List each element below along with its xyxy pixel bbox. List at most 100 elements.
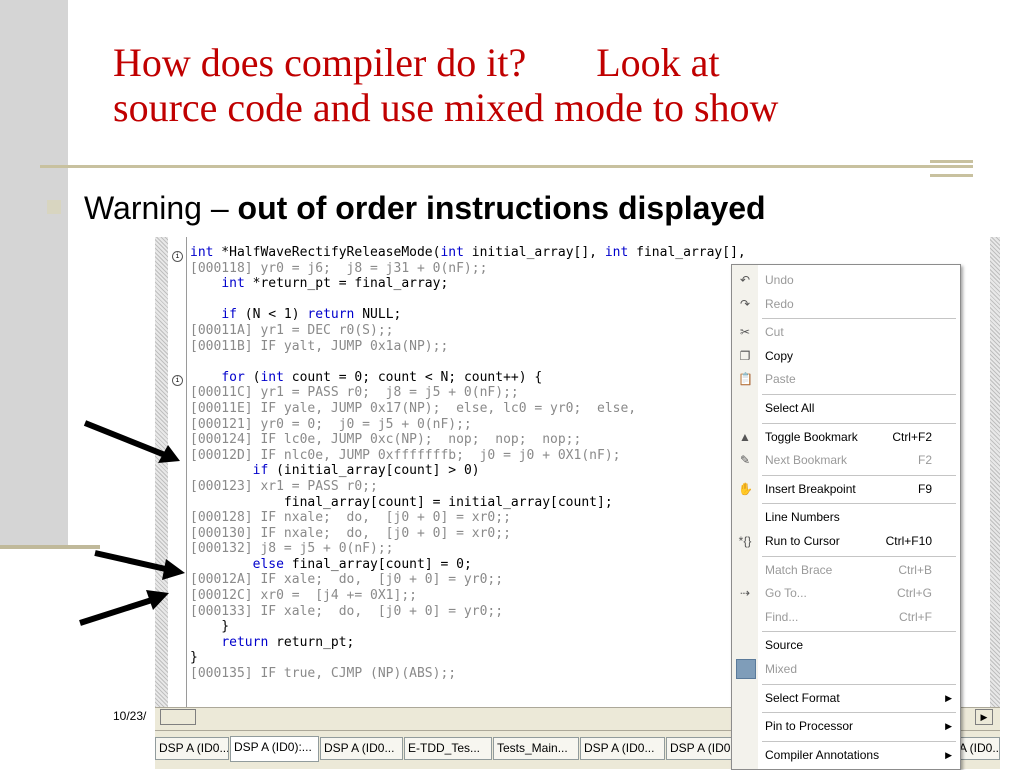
source-line[interactable] [190, 354, 750, 370]
scroll-thumb[interactable] [160, 709, 196, 725]
document-tab[interactable]: A (ID0... [955, 737, 1000, 760]
menu-separator [762, 503, 956, 505]
menu-item-shortcut: F2 [917, 453, 932, 468]
asm-line[interactable]: [00011A] yr1 = DEC r0(S);; [190, 323, 750, 339]
menu-item-copy[interactable]: ❐ Copy [732, 345, 960, 367]
asm-line[interactable]: [00011E] IF yale, JUMP 0x17(NP); else, l… [190, 401, 750, 417]
menu-separator [762, 712, 956, 714]
document-tab[interactable]: DSP A (ID0... [155, 737, 229, 760]
document-tab[interactable]: DSP A (ID0):... [230, 736, 319, 762]
submenu-arrow-icon: ▶ [945, 721, 952, 732]
next-bookmark-icon: ✎ [739, 453, 751, 468]
asm-line[interactable]: [000123] xr1 = PASS r0;; [190, 479, 750, 495]
menu-separator [762, 631, 956, 633]
source-line[interactable] [190, 292, 750, 308]
asm-line[interactable]: [000130] IF nxale; do, [j0 + 0] = xr0;; [190, 526, 750, 542]
asm-line[interactable]: [00012A] IF xale; do, [j0 + 0] = yr0;; [190, 572, 750, 588]
source-line[interactable]: } [190, 619, 750, 635]
menu-item-label: Paste [765, 372, 796, 387]
info-marker-icon[interactable]: i [172, 375, 183, 386]
menu-item-shortcut: Ctrl+F10 [885, 534, 932, 548]
menu-item-run-to-cursor[interactable]: *{} Run to Cursor Ctrl+F10 [732, 530, 960, 552]
redo-icon: ↷ [739, 296, 751, 311]
menu-item-mixed[interactable]: Mixed [732, 658, 960, 680]
title-divider-accent-bottom [930, 174, 973, 177]
menu-item-label: Undo [765, 273, 794, 287]
asm-line[interactable]: [000132] j8 = j5 + 0(nF);; [190, 541, 750, 557]
menu-item-label: Match Brace [765, 562, 833, 577]
menu-item-label: Insert Breakpoint [765, 481, 856, 496]
menu-separator [762, 394, 956, 395]
menu-separator [762, 740, 956, 742]
source-line[interactable]: if (initial_array[count] > 0) [190, 463, 750, 479]
menu-item-label: Pin to Processor [765, 719, 854, 734]
scroll-right-arrow-icon[interactable]: ▶ [975, 709, 993, 725]
menu-item-shortcut: Ctrl+B [898, 562, 932, 577]
menu-item-cut[interactable]: ✂ Cut [732, 321, 960, 343]
document-tab[interactable]: DSP A (ID0... [320, 737, 403, 760]
menu-separator [762, 683, 956, 685]
document-tab[interactable]: E-TDD_Tes... [404, 737, 492, 760]
breakpoint-hand-icon: ✋ [738, 481, 753, 496]
menu-item-next-bookmark[interactable]: ✎ Next Bookmark F2 [732, 449, 960, 471]
menu-item-undo[interactable]: ↶ Undo [732, 269, 960, 291]
source-line[interactable]: if (N < 1) return NULL; [190, 307, 750, 323]
asm-line[interactable]: [00011C] yr1 = PASS r0; j8 = j5 + 0(nF);… [190, 385, 750, 401]
source-line[interactable]: final_array[count] = initial_array[count… [190, 495, 750, 511]
menu-item-label: Mixed [765, 662, 798, 676]
title-part2: Look at [596, 40, 720, 85]
menu-item-label: Line Numbers [765, 510, 840, 525]
menu-item-label: Select All [765, 401, 815, 415]
cut-icon: ✂ [739, 325, 751, 340]
document-tab[interactable]: Tests_Main... [493, 737, 579, 760]
source-line[interactable]: int *return_pt = final_array; [190, 276, 750, 292]
bullet-text: Warning – out of order instructions disp… [84, 190, 766, 227]
asm-line[interactable]: [000133] IF xale; do, [j0 + 0] = yr0;; [190, 604, 750, 620]
menu-item-label: Run to Cursor [765, 534, 840, 548]
menu-item-label: Redo [765, 296, 794, 311]
menu-item-find[interactable]: Find... Ctrl+F [732, 606, 960, 628]
menu-item-select-format[interactable]: Select Format ▶ [732, 687, 960, 709]
menu-item-source[interactable]: Source [732, 634, 960, 656]
menu-item-label: Next Bookmark [765, 453, 848, 468]
asm-line[interactable]: [000118] yr0 = j6; j8 = j31 + 0(nF);; [190, 261, 750, 277]
menu-item-redo[interactable]: ↷ Redo [732, 293, 960, 315]
menu-item-toggle-bookmark[interactable]: ▲ Toggle Bookmark Ctrl+F2 [732, 426, 960, 448]
menu-item-line-numbers[interactable]: Line Numbers [732, 506, 960, 528]
code-view[interactable]: int *HalfWaveRectifyReleaseMode(int init… [190, 245, 750, 685]
asm-line[interactable]: [000128] IF nxale; do, [j0 + 0] = xr0;; [190, 510, 750, 526]
run-to-cursor-icon: *{} [738, 534, 752, 548]
editor-right-margin [990, 237, 1000, 707]
asm-line[interactable]: [00012C] xr0 = [j4 += 0X1];; [190, 588, 750, 604]
menu-item-paste[interactable]: 📋 Paste [732, 368, 960, 390]
source-line[interactable]: return return_pt; [190, 635, 750, 651]
source-line[interactable]: else final_array[count] = 0; [190, 557, 750, 573]
document-tab[interactable]: DSP A (ID0... [580, 737, 665, 760]
menu-item-pin-to-processor[interactable]: Pin to Processor ▶ [732, 715, 960, 737]
source-line[interactable]: for (int count = 0; count < N; count++) … [190, 370, 750, 386]
menu-item-compiler-annotations[interactable]: Compiler Annotations ▶ [732, 744, 960, 766]
source-line[interactable]: } [190, 650, 750, 666]
arrow-icon [83, 420, 180, 463]
menu-item-shortcut: F9 [917, 481, 932, 496]
copy-icon: ❐ [739, 348, 751, 363]
menu-item-match-brace[interactable]: Match Brace Ctrl+B [732, 559, 960, 581]
menu-item-label: Select Format [765, 690, 840, 705]
menu-item-select-all[interactable]: Select All [732, 397, 960, 419]
menu-item-go-to[interactable]: ⇢ Go To... Ctrl+G [732, 582, 960, 604]
asm-line[interactable]: [000124] IF lc0e, JUMP 0xc(NP); nop; nop… [190, 432, 750, 448]
title-divider [40, 165, 973, 168]
menu-item-label: Compiler Annotations [765, 747, 880, 762]
asm-line[interactable]: [00012D] IF nlc0e, JUMP 0xfffffffb; j0 =… [190, 448, 750, 464]
asm-line[interactable]: [00011B] IF yalt, JUMP 0x1a(NP);; [190, 339, 750, 355]
asm-line[interactable]: [000135] IF true, CJMP (NP)(ABS);; [190, 666, 750, 682]
asm-line[interactable]: [000121] yr0 = 0; j0 = j5 + 0(nF);; [190, 417, 750, 433]
info-marker-icon[interactable]: i [172, 251, 183, 262]
menu-separator [762, 422, 956, 424]
source-line[interactable]: int *HalfWaveRectifyReleaseMode(int init… [190, 245, 750, 261]
menu-item-shortcut: Ctrl+G [896, 586, 932, 601]
arrow-icon [79, 590, 169, 626]
menu-item-insert-breakpoint[interactable]: ✋ Insert Breakpoint F9 [732, 478, 960, 500]
title-divider-accent-top [930, 160, 973, 163]
menu-item-label: Go To... [765, 586, 807, 601]
